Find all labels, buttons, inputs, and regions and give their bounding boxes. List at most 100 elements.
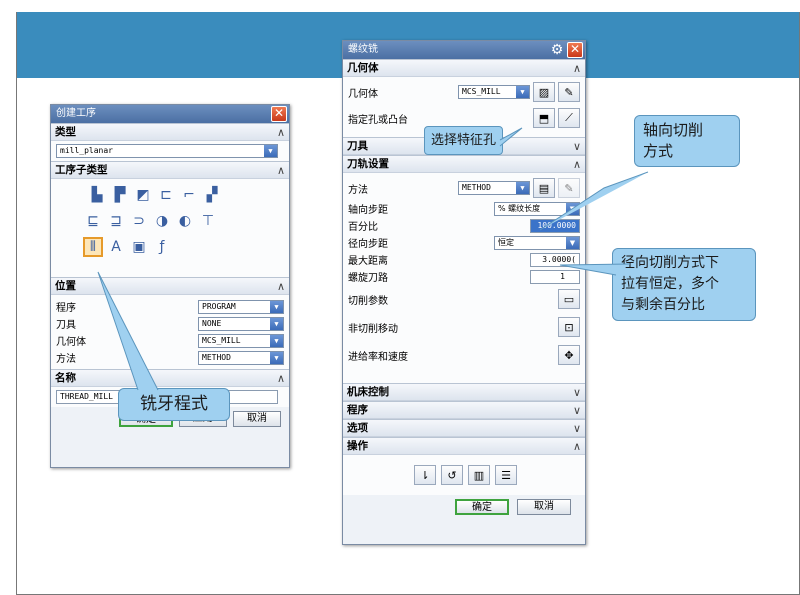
rough-icon[interactable]: ◑ xyxy=(152,211,172,231)
max-distance-input[interactable]: 3.0000( xyxy=(530,252,580,267)
helix-passes-label: 螺旋刀路 xyxy=(348,273,388,284)
cut-params-icon[interactable]: ▭ xyxy=(558,289,580,309)
max-distance-value: 3.0000( xyxy=(542,254,576,264)
name-section-head[interactable]: 名称 ∧ xyxy=(51,369,289,387)
method-select[interactable]: METHOD ▼ xyxy=(198,350,284,365)
chevron-up-icon: ∧ xyxy=(276,126,285,139)
percent-input[interactable]: 100.0000 xyxy=(530,218,580,233)
callout-text: 轴向切削 方式 xyxy=(643,121,704,160)
position-section-head[interactable]: 位置 ∧ xyxy=(51,277,289,295)
chevron-down-icon: ∨ xyxy=(572,386,581,399)
verify-icon[interactable]: ▥ xyxy=(468,465,490,485)
close-icon[interactable]: ✕ xyxy=(271,106,287,122)
clean-icon[interactable]: ⊑ xyxy=(83,211,103,231)
cancel-button[interactable]: 取消 xyxy=(233,411,281,427)
thread-mill-button-bar: 确定 取消 xyxy=(343,495,585,519)
radial-step-select[interactable]: 恒定 ▼ xyxy=(494,235,580,250)
position-section-body: 程序 PROGRAM ▼ 刀具 NONE ▼ 几何体 MCS_MILL ▼ 方法 METHOD… xyxy=(51,295,289,369)
replay-icon[interactable]: ↺ xyxy=(441,465,463,485)
subtype-section-head[interactable]: 工序子类型 ∧ xyxy=(51,161,289,179)
machine-control-head[interactable]: 机床控制 ∨ xyxy=(343,383,585,401)
radial-step-row: 径向步距 恒定 ▼ xyxy=(348,234,580,251)
geometry-value: MCS_MILL xyxy=(202,335,241,345)
cancel-button[interactable]: 取消 xyxy=(517,499,571,515)
edit-method-icon[interactable]: ✎ xyxy=(558,178,580,198)
close-icon[interactable]: ✕ xyxy=(567,42,583,58)
wall-icon[interactable]: ⌐ xyxy=(179,185,199,205)
options-head[interactable]: 选项 ∨ xyxy=(343,419,585,437)
thread-mill-icon[interactable]: ⫴ xyxy=(83,237,103,257)
feeds-label: 进给率和速度 xyxy=(348,351,408,363)
program-select[interactable]: PROGRAM ▼ xyxy=(198,299,284,314)
radial-step-value: 恒定 xyxy=(498,237,514,247)
tool-change-icon[interactable]: ƒ xyxy=(152,237,172,257)
new-method-icon[interactable]: ▤ xyxy=(533,178,555,198)
geometry-value: MCS_MILL xyxy=(462,87,501,96)
list-icon[interactable]: ☰ xyxy=(495,465,517,485)
section-title: 程序 xyxy=(347,404,368,416)
chevron-up-icon: ∧ xyxy=(572,440,581,453)
select-hole-icon[interactable]: ⬒ xyxy=(533,108,555,128)
gear-icon[interactable]: ⚙ xyxy=(549,42,565,58)
geometry-label: 几何体 xyxy=(348,88,378,100)
callout-thread-prog: 铣牙程式 xyxy=(118,388,230,421)
path-settings-section-head[interactable]: 刀轨设置 ∧ xyxy=(343,155,585,173)
show-hole-icon[interactable]: ⟋ xyxy=(558,108,580,128)
chevron-down-icon: ▼ xyxy=(516,86,529,98)
chevron-down-icon: ∨ xyxy=(572,422,581,435)
generate-icon[interactable]: ⇂ xyxy=(414,465,436,485)
hole-label: 指定孔或凸台 xyxy=(348,114,408,126)
chevron-up-icon: ∧ xyxy=(572,62,581,75)
finish-icon[interactable]: ◐ xyxy=(175,211,195,231)
actions-head[interactable]: 操作 ∧ xyxy=(343,437,585,455)
type-section-head[interactable]: 类型 ∧ xyxy=(51,123,289,141)
contour-icon[interactable]: ⊃ xyxy=(129,211,149,231)
thread-mill-dialog: 螺纹铣 ⚙ ✕ 几何体 ∧ 几何体 MCS_MILL ▼ ▨ ✎ 指定孔或凸台 ⬒ ⟋ … xyxy=(342,40,586,545)
create-operation-titlebar: 创建工序 ✕ xyxy=(51,105,289,123)
drill-icon[interactable]: ⊤ xyxy=(198,211,218,231)
feeds-speeds-icon[interactable]: ✥ xyxy=(558,345,580,365)
radial-step-label: 径向步距 xyxy=(348,239,388,250)
noncut-moves-icon[interactable]: ⊡ xyxy=(558,317,580,337)
geometry-select[interactable]: MCS_MILL ▼ xyxy=(198,333,284,348)
thread-mill-titlebar: 螺纹铣 ⚙ ✕ xyxy=(343,41,585,59)
axial-step-select[interactable]: % 螺纹长度 ▼ xyxy=(494,201,580,216)
geometry-section-head[interactable]: 几何体 ∧ xyxy=(343,59,585,77)
face-icon[interactable]: ▛ xyxy=(110,185,130,205)
method-value: METHOD xyxy=(462,183,491,192)
callout-text: 选择特征孔 xyxy=(431,133,497,148)
subtype-grid: ▙ ▛ ◩ ⊏ ⌐ ▞ ⊑ ⊒ ⊃ ◑ ◐ ⊤ ⫴ A ▣ ƒ xyxy=(51,179,289,277)
section-title: 机床控制 xyxy=(347,386,389,398)
edit-geometry-icon[interactable]: ✎ xyxy=(558,82,580,102)
floor-icon[interactable]: ▞ xyxy=(202,185,222,205)
method-select[interactable]: METHOD ▼ xyxy=(458,181,530,195)
probe-icon[interactable]: ▣ xyxy=(129,237,149,257)
section-title: 选项 xyxy=(347,422,368,434)
cut-params-label: 切削参数 xyxy=(348,295,388,307)
geometry-row: 几何体 MCS_MILL ▼ ▨ ✎ xyxy=(348,80,580,104)
chevron-up-icon: ∧ xyxy=(276,164,285,177)
helix-passes-input[interactable]: 1 xyxy=(530,269,580,284)
slot-icon[interactable]: ⊏ xyxy=(156,185,176,205)
geometry-select[interactable]: MCS_MILL ▼ xyxy=(458,85,530,99)
section-title: 工序子类型 xyxy=(55,164,108,176)
section-title: 刀轨设置 xyxy=(347,158,389,170)
profile-icon[interactable]: ◩ xyxy=(133,185,153,205)
ok-button[interactable]: 确定 xyxy=(455,499,509,515)
type-value: mill_planar xyxy=(60,146,113,155)
type-section-body: mill_planar ▼ xyxy=(51,141,289,161)
dialog-title: 螺纹铣 xyxy=(348,44,378,55)
callout-radial: 径向切削方式下 拉有恒定，多个 与剩余百分比 xyxy=(612,248,756,321)
chevron-down-icon: ∨ xyxy=(572,404,581,417)
percent-row: 百分比 100.0000 xyxy=(348,217,580,234)
chevron-down-icon: ▼ xyxy=(566,202,579,215)
type-select[interactable]: mill_planar ▼ xyxy=(56,144,278,158)
chamfer-icon[interactable]: ⊒ xyxy=(106,211,126,231)
chevron-down-icon: ∨ xyxy=(572,140,581,153)
text-icon[interactable]: A xyxy=(106,237,126,257)
tool-select[interactable]: NONE ▼ xyxy=(198,316,284,331)
pocket-icon[interactable]: ▙ xyxy=(87,185,107,205)
chevron-down-icon: ▼ xyxy=(516,182,529,194)
new-geometry-icon[interactable]: ▨ xyxy=(533,82,555,102)
program-head[interactable]: 程序 ∨ xyxy=(343,401,585,419)
